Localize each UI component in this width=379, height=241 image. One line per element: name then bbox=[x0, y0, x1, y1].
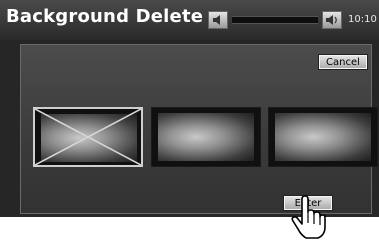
clock: 10:10 bbox=[348, 14, 377, 25]
volume-down-button[interactable] bbox=[208, 11, 228, 29]
volume-control bbox=[206, 11, 346, 29]
speaker-up-icon bbox=[326, 15, 337, 25]
background-thumbnail-3[interactable] bbox=[268, 107, 378, 167]
hand-pointer-icon bbox=[291, 195, 326, 239]
speaker-down-icon bbox=[213, 15, 220, 25]
background-image bbox=[158, 113, 254, 161]
volume-slider[interactable] bbox=[232, 16, 318, 24]
page-title: Background Delete bbox=[6, 6, 204, 27]
delete-mark-icon bbox=[35, 109, 141, 165]
background-panel: Cancel Enter bbox=[20, 44, 378, 214]
background-thumbnail-list bbox=[33, 107, 378, 167]
volume-up-button[interactable] bbox=[322, 11, 342, 29]
title-bar: Background Delete 10:10 bbox=[0, 0, 379, 40]
background-thumbnail-2[interactable] bbox=[151, 107, 261, 167]
device-screen: Background Delete 10:10 Cancel bbox=[0, 0, 379, 217]
cancel-button[interactable]: Cancel bbox=[318, 54, 368, 70]
background-thumbnail-1[interactable] bbox=[33, 107, 143, 167]
background-image bbox=[275, 113, 371, 161]
